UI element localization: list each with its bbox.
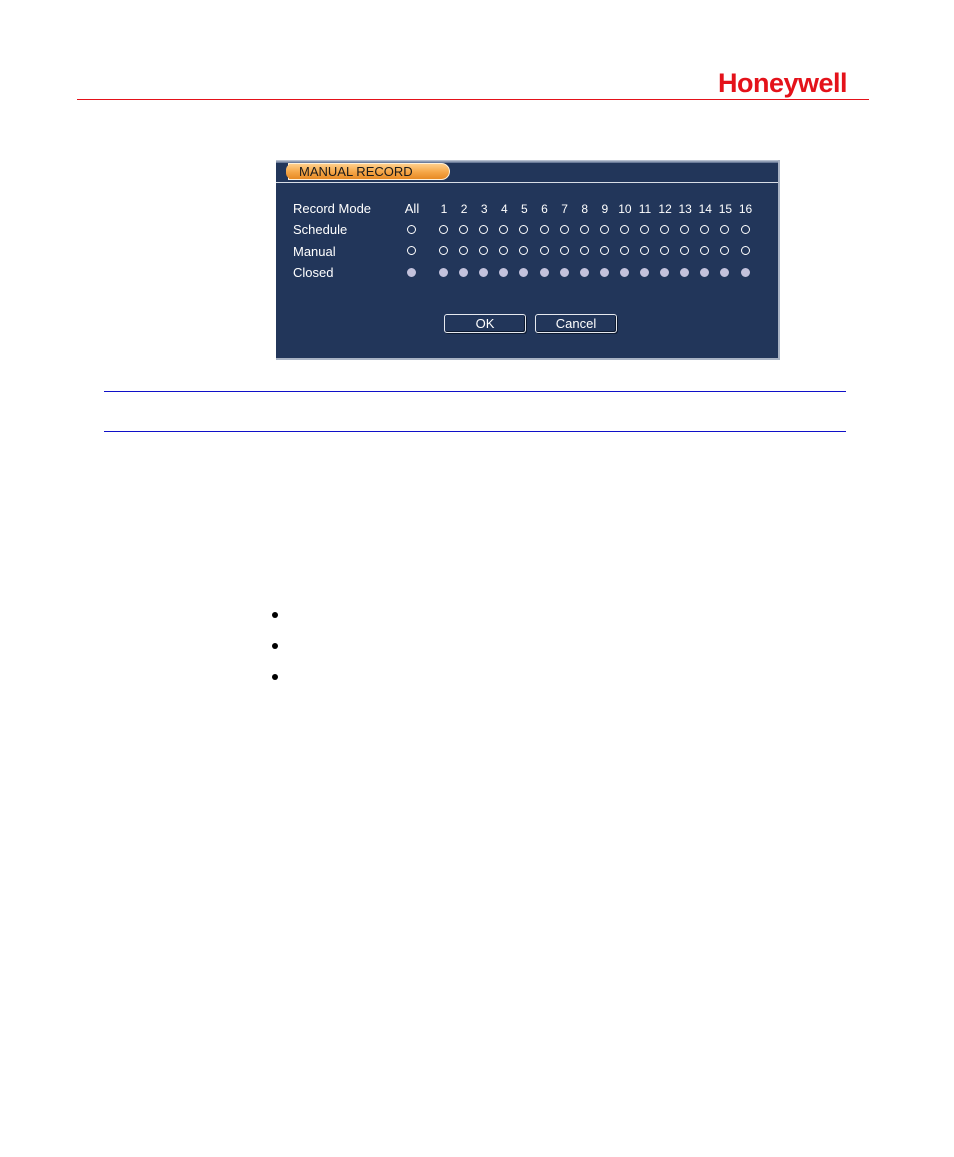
radio-schedule-channel[interactable] xyxy=(559,225,569,234)
radio-closed-channel[interactable] xyxy=(740,268,750,277)
radio-closed-channel[interactable] xyxy=(660,268,670,277)
brand-logo: Honeywell xyxy=(718,68,848,98)
channel-header: 15 xyxy=(718,202,733,216)
radio-closed-channel[interactable] xyxy=(539,268,549,277)
radio-schedule-channel[interactable] xyxy=(700,225,710,234)
channel-header: 9 xyxy=(601,202,609,216)
title-divider xyxy=(276,182,778,183)
bullet-point xyxy=(272,674,278,680)
radio-schedule-channel[interactable] xyxy=(680,225,690,234)
radio-closed-channel[interactable] xyxy=(559,268,569,277)
radio-schedule-channel[interactable] xyxy=(740,225,750,234)
radio-manual-channel[interactable] xyxy=(479,246,489,255)
radio-manual-channel[interactable] xyxy=(499,246,509,255)
radio-schedule-channel[interactable] xyxy=(439,225,448,234)
channel-header: 16 xyxy=(738,202,753,216)
radio-schedule-channel[interactable] xyxy=(499,225,509,234)
manual-record-dialog: MANUAL RECORD Record Mode All Schedule M… xyxy=(276,160,780,360)
radio-closed-channel[interactable] xyxy=(599,268,609,277)
radio-manual-channel[interactable] xyxy=(599,246,609,255)
radio-closed-channel[interactable] xyxy=(519,268,529,277)
radio-manual-channel[interactable] xyxy=(619,246,629,255)
radio-all-schedule[interactable] xyxy=(407,225,416,234)
bullet-point xyxy=(272,612,278,618)
radio-manual-channel[interactable] xyxy=(579,246,589,255)
dialog-title-tab: MANUAL RECORD xyxy=(286,163,450,180)
radio-manual-channel[interactable] xyxy=(680,246,690,255)
radio-closed-channel[interactable] xyxy=(640,268,649,277)
dialog-title: MANUAL RECORD xyxy=(299,164,413,179)
row-label-manual: Manual xyxy=(293,244,336,259)
radio-schedule-channel[interactable] xyxy=(479,225,489,234)
radio-closed-channel[interactable] xyxy=(479,268,489,277)
radio-schedule-channel[interactable] xyxy=(619,225,629,234)
channel-header: 6 xyxy=(541,202,548,216)
radio-all-closed[interactable] xyxy=(407,268,416,277)
radio-closed-channel[interactable] xyxy=(680,268,690,277)
column-all-label: All xyxy=(404,201,420,216)
radio-manual-channel[interactable] xyxy=(700,246,710,255)
radio-manual-channel[interactable] xyxy=(720,246,730,255)
record-mode-label: Record Mode xyxy=(293,201,372,216)
radio-schedule-channel[interactable] xyxy=(459,225,469,234)
radio-manual-channel[interactable] xyxy=(459,246,469,255)
radio-schedule-channel[interactable] xyxy=(579,225,589,234)
radio-manual-channel[interactable] xyxy=(439,246,448,255)
section-rule-bottom xyxy=(104,431,846,432)
radio-closed-channel[interactable] xyxy=(459,268,469,277)
radio-closed-channel[interactable] xyxy=(579,268,589,277)
radio-closed-channel[interactable] xyxy=(720,268,730,277)
header-rule xyxy=(77,99,869,100)
section-rule-top xyxy=(104,391,846,392)
radio-manual-channel[interactable] xyxy=(519,246,529,255)
radio-manual-channel[interactable] xyxy=(539,246,549,255)
channel-header: 11 xyxy=(638,202,652,216)
radio-all-manual[interactable] xyxy=(407,246,416,255)
channel-header: 7 xyxy=(561,202,568,216)
radio-schedule-channel[interactable] xyxy=(660,225,670,234)
channel-header: 5 xyxy=(521,202,528,216)
channel-header: 10 xyxy=(618,202,632,216)
cancel-button[interactable]: Cancel xyxy=(535,314,617,333)
channel-header: 12 xyxy=(658,202,672,216)
radio-schedule-channel[interactable] xyxy=(519,225,529,234)
radio-manual-channel[interactable] xyxy=(660,246,670,255)
row-label-closed: Closed xyxy=(293,265,334,280)
bullet-point xyxy=(272,643,278,649)
channel-header: 4 xyxy=(500,202,508,216)
radio-schedule-channel[interactable] xyxy=(599,225,609,234)
row-label-schedule: Schedule xyxy=(293,222,348,237)
radio-closed-channel[interactable] xyxy=(439,268,448,277)
channel-header: 8 xyxy=(581,202,589,216)
radio-schedule-channel[interactable] xyxy=(640,225,649,234)
ok-button[interactable]: OK xyxy=(444,314,526,333)
radio-schedule-channel[interactable] xyxy=(539,225,549,234)
radio-closed-channel[interactable] xyxy=(619,268,629,277)
radio-schedule-channel[interactable] xyxy=(720,225,730,234)
channel-header: 14 xyxy=(698,202,712,216)
radio-manual-channel[interactable] xyxy=(740,246,750,255)
radio-manual-channel[interactable] xyxy=(559,246,569,255)
radio-closed-channel[interactable] xyxy=(499,268,509,277)
channel-header: 2 xyxy=(460,202,468,216)
radio-closed-channel[interactable] xyxy=(700,268,710,277)
channel-header: 13 xyxy=(678,202,692,216)
radio-manual-channel[interactable] xyxy=(640,246,649,255)
channel-header: 3 xyxy=(480,202,488,216)
channel-header: 1 xyxy=(440,202,448,216)
